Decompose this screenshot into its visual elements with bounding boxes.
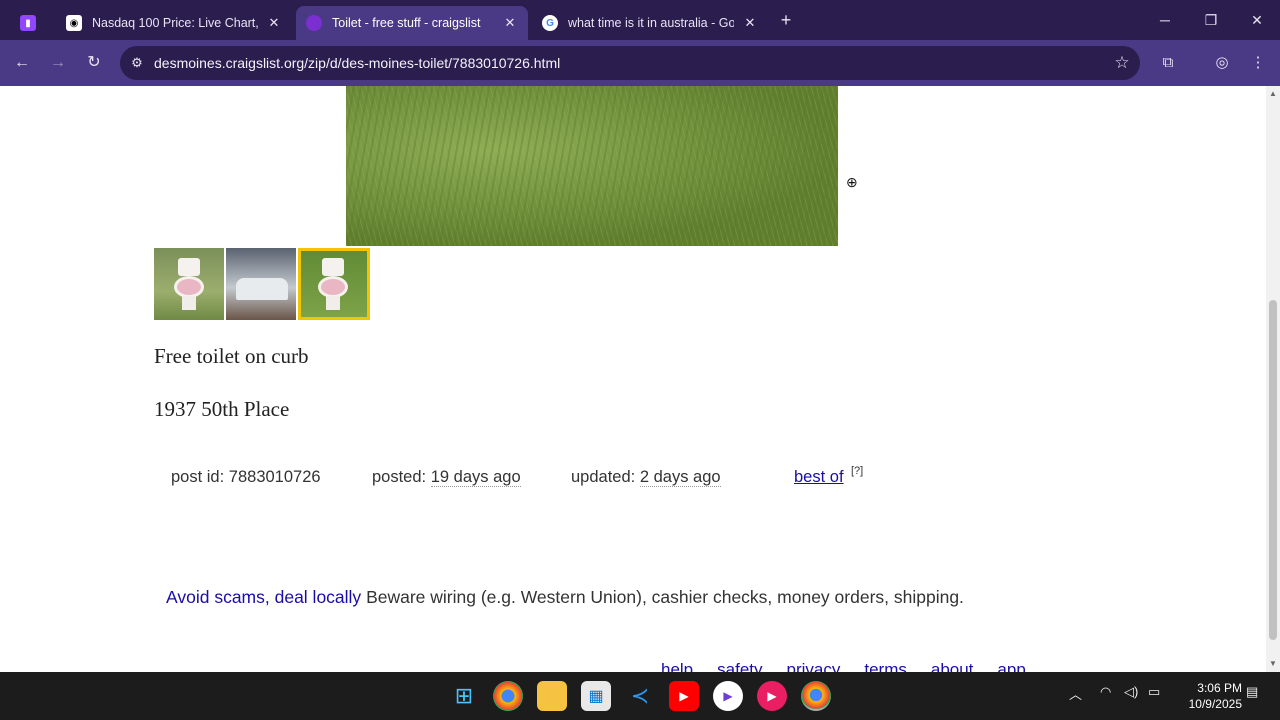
tab-strip: ▮ ◉ Nasdaq 100 Price: Live Chart, F ✕ To… — [0, 0, 1280, 40]
site-info-icon[interactable]: ⚙ — [120, 55, 154, 71]
updated-date: updated: 2 days ago — [571, 468, 721, 487]
lens-search-icon[interactable]: ⧉ — [1155, 50, 1181, 76]
twitch-icon: ▮ — [20, 15, 36, 31]
tray-overflow-icon[interactable]: ︿ — [1069, 684, 1082, 703]
post-id-value: 7883010726 — [228, 468, 321, 486]
close-tab-icon[interactable]: ✕ — [502, 15, 518, 31]
volume-icon[interactable]: ◁) — [1124, 684, 1138, 700]
footer-safety-link[interactable]: safety — [717, 660, 762, 672]
notification-icon[interactable]: ▤ — [1246, 684, 1258, 700]
windows-taskbar: ⊞ ▦ ≺ ▶ ▶ ▶ ︿ ◠ ◁) ▭ 3:06 PM 10/9/2025 ▤ — [0, 672, 1280, 720]
store-icon[interactable]: ▦ — [581, 681, 611, 711]
tab-craigslist[interactable]: Toilet - free stuff - craigslist ✕ — [296, 6, 528, 40]
post-id-label: post id: — [171, 468, 225, 486]
updated-label: updated: — [571, 468, 636, 486]
forward-button[interactable]: → — [45, 50, 71, 76]
scroll-down-icon[interactable]: ▼ — [1269, 660, 1277, 668]
minimize-button[interactable]: ─ — [1150, 8, 1180, 32]
page-viewport: ⊕ Free toilet on curb 1937 50th Place po… — [0, 86, 1266, 672]
browser-toolbar: ← → ↻ ⚙ desmoines.craigslist.org/zip/d/d… — [0, 40, 1280, 86]
google-g-icon: G — [542, 15, 558, 31]
avoid-scams-link[interactable]: Avoid scams, deal locally — [166, 587, 361, 607]
zoom-in-icon[interactable]: ⊕ — [846, 174, 862, 190]
reload-button[interactable]: ↻ — [81, 50, 107, 76]
battery-icon[interactable]: ▭ — [1148, 684, 1160, 700]
footer-privacy-link[interactable]: privacy — [787, 660, 841, 672]
craigslist-peace-icon — [306, 15, 322, 31]
best-of-link[interactable]: best of — [794, 468, 844, 487]
best-of-help-link[interactable]: [?] — [851, 465, 863, 477]
wifi-icon[interactable]: ◠ — [1100, 684, 1111, 700]
vscode-icon[interactable]: ≺ — [625, 681, 655, 711]
close-window-button[interactable]: ✕ — [1242, 8, 1272, 32]
windows-start-icon[interactable]: ⊞ — [449, 681, 479, 711]
file-explorer-icon[interactable] — [537, 681, 567, 711]
back-button[interactable]: ← — [9, 50, 35, 76]
thumbnail-strip — [154, 248, 370, 320]
page-scrollbar[interactable]: ▲ ▼ — [1266, 86, 1280, 672]
youtube-music-icon[interactable]: ▶ — [757, 681, 787, 711]
tab-google[interactable]: G what time is it in australia - Goo ✕ — [532, 6, 768, 40]
close-tab-icon[interactable]: ✕ — [742, 15, 758, 31]
tab-nasdaq[interactable]: ◉ Nasdaq 100 Price: Live Chart, F ✕ — [56, 6, 292, 40]
url-text[interactable]: desmoines.craigslist.org/zip/d/des-moine… — [154, 55, 1104, 71]
tab-twitch[interactable]: ▮ — [10, 6, 52, 40]
scam-notice: Avoid scams, deal locally Beware wiring … — [166, 587, 964, 608]
tab-title: Toilet - free stuff - craigslist — [332, 16, 481, 30]
thumbnail-1[interactable] — [154, 248, 224, 320]
close-tab-icon[interactable]: ✕ — [266, 15, 282, 31]
media-player-icon[interactable]: ▶ — [713, 681, 743, 711]
trading-icon: ◉ — [66, 15, 82, 31]
footer-app-link[interactable]: app — [997, 660, 1025, 672]
scrollbar-thumb[interactable] — [1269, 300, 1277, 640]
clock-time: 3:06 PM — [1197, 681, 1242, 695]
scam-warning-text: Beware wiring (e.g. Western Union), cash… — [366, 587, 964, 607]
posted-date: posted: 19 days ago — [372, 468, 521, 487]
thumbnail-3-selected[interactable] — [298, 248, 370, 320]
listing-title: Free toilet on curb — [154, 344, 309, 368]
scroll-up-icon[interactable]: ▲ — [1269, 90, 1277, 98]
system-clock[interactable]: 3:06 PM 10/9/2025 — [1176, 680, 1242, 712]
chrome-icon[interactable] — [493, 681, 523, 711]
restore-button[interactable]: ❐ — [1196, 8, 1226, 32]
bookmark-star-icon[interactable]: ☆ — [1104, 53, 1140, 73]
footer-about-link[interactable]: about — [931, 660, 974, 672]
updated-value: 2 days ago — [639, 468, 721, 487]
menu-dots-icon[interactable]: ⋮ — [1245, 50, 1271, 76]
posted-value: 19 days ago — [430, 468, 521, 487]
footer-help-link[interactable]: help — [661, 660, 693, 672]
profile-icon[interactable]: ◎ — [1209, 50, 1235, 76]
toilet-lid-image — [236, 278, 288, 300]
youtube-icon[interactable]: ▶ — [669, 681, 699, 711]
listing-address: 1937 50th Place — [154, 397, 290, 421]
footer-links: help safety privacy terms about app — [661, 660, 1026, 672]
main-listing-image[interactable] — [346, 86, 838, 246]
tab-title: Nasdaq 100 Price: Live Chart, F — [92, 16, 258, 30]
posted-label: posted: — [372, 468, 427, 486]
post-id: post id: 7883010726 — [171, 468, 321, 487]
address-bar[interactable]: ⚙ desmoines.craigslist.org/zip/d/des-moi… — [120, 46, 1140, 80]
clock-date: 10/9/2025 — [1188, 697, 1242, 711]
footer-terms-link[interactable]: terms — [864, 660, 907, 672]
tab-title: what time is it in australia - Goo — [568, 16, 734, 30]
toilet-image — [318, 258, 348, 310]
thumbnail-2[interactable] — [226, 248, 296, 320]
new-tab-button[interactable]: + — [776, 10, 796, 30]
chrome-profile-icon[interactable] — [801, 681, 831, 711]
toilet-image — [174, 258, 204, 310]
